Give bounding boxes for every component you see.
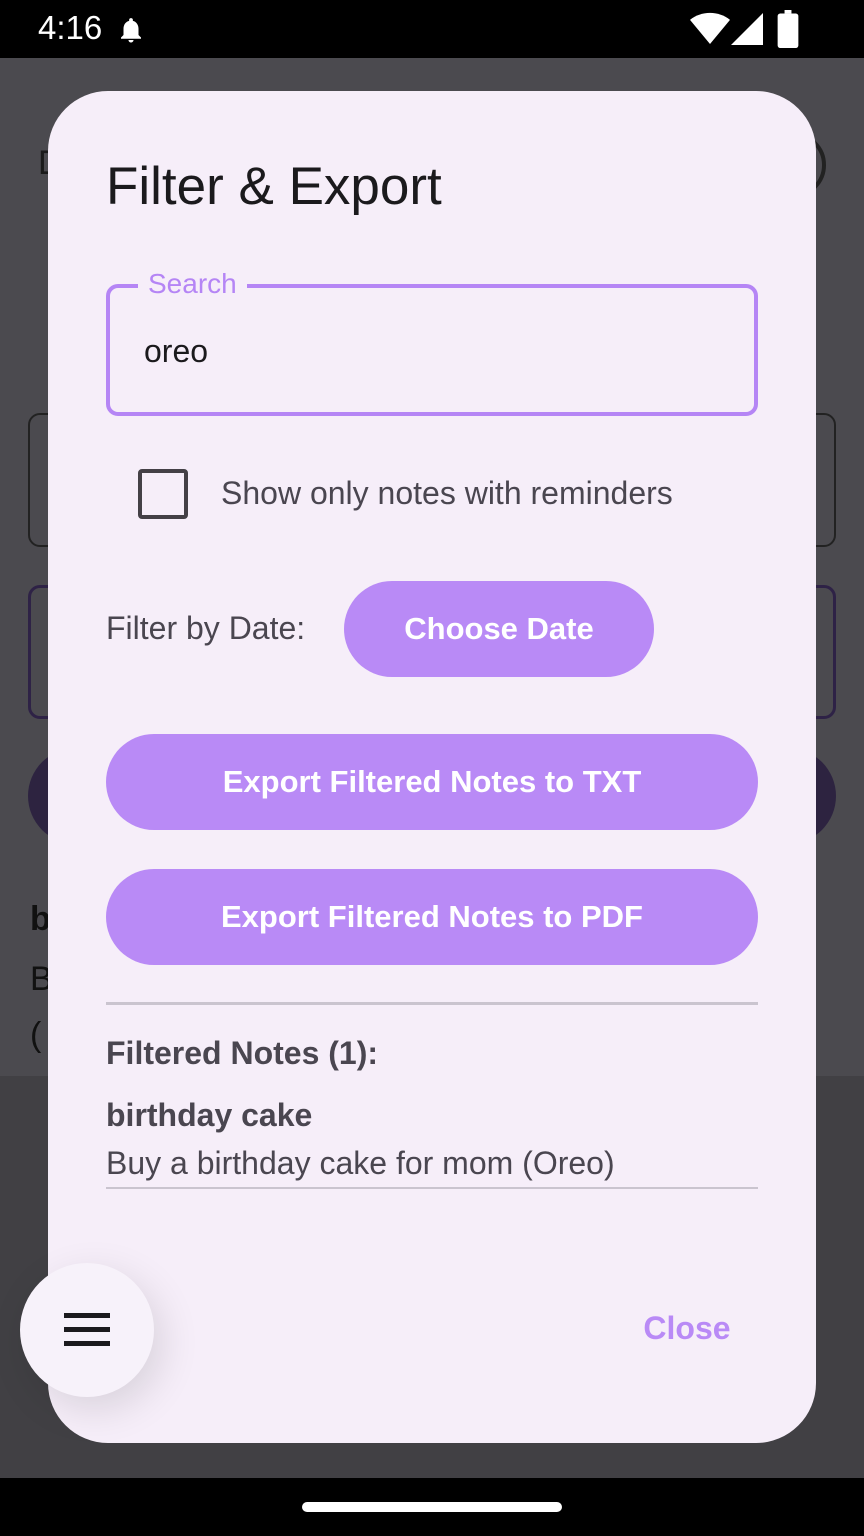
search-input[interactable] <box>144 328 704 374</box>
filter-export-dialog: Filter & Export Search Show only notes w… <box>48 91 816 1443</box>
dialog-title: Filter & Export <box>106 157 442 216</box>
export-txt-button[interactable]: Export Filtered Notes to TXT <box>106 734 758 830</box>
date-filter-label: Filter by Date: <box>106 610 306 646</box>
menu-icon <box>64 1313 110 1346</box>
notification-bell-icon <box>121 18 141 43</box>
close-button[interactable]: Close <box>622 1303 752 1353</box>
battery-icon <box>777 10 799 48</box>
menu-fab-button[interactable] <box>20 1263 154 1397</box>
reminders-filter-row[interactable]: Show only notes with reminders <box>138 469 758 519</box>
note-body: Buy a birthday cake for mom (Oreo) <box>106 1145 615 1181</box>
divider <box>106 1002 758 1005</box>
wifi-icon <box>690 12 730 45</box>
status-bar: 4:16 <box>0 0 864 58</box>
export-pdf-button[interactable]: Export Filtered Notes to PDF <box>106 869 758 965</box>
navigation-bar <box>0 1478 864 1536</box>
reminders-checkbox-label[interactable]: Show only notes with reminders <box>221 473 673 513</box>
search-label: Search <box>138 266 247 302</box>
reminders-checkbox[interactable] <box>138 469 188 519</box>
status-time: 4:16 <box>38 9 103 46</box>
note-divider <box>106 1187 758 1189</box>
filtered-notes-heading: Filtered Notes (1): <box>106 1035 379 1071</box>
search-field[interactable]: Search <box>106 266 758 416</box>
home-gesture-handle[interactable] <box>302 1502 562 1512</box>
background-note-line: ( <box>30 1016 42 1054</box>
cellular-signal-icon <box>731 13 763 45</box>
choose-date-button[interactable]: Choose Date <box>344 581 654 677</box>
note-title: birthday cake <box>106 1097 313 1133</box>
